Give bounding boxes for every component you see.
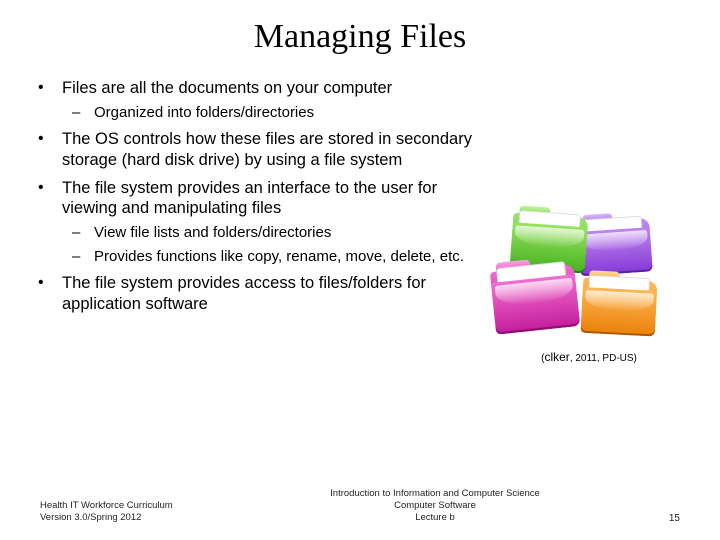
list-item: Organized into folders/directories xyxy=(62,104,494,123)
bullet-text: The file system provides access to files… xyxy=(62,274,426,313)
list-item: The OS controls how these files are stor… xyxy=(34,129,494,170)
list-item: The file system provides an interface to… xyxy=(34,178,494,267)
slide: Managing Files Files are all the documen… xyxy=(0,0,720,540)
footer-center-line: Lecture b xyxy=(250,512,620,524)
footer-center-line: Introduction to Information and Computer… xyxy=(250,488,620,500)
bullet-text: Organized into folders/directories xyxy=(94,104,314,121)
list-item: Provides functions like copy, rename, mo… xyxy=(62,248,494,267)
folder-icon xyxy=(490,263,580,334)
folders-graphic xyxy=(494,208,664,348)
bullet-text: The file system provides an interface to… xyxy=(62,179,437,218)
bullet-text: Provides functions like copy, rename, mo… xyxy=(94,248,464,265)
caption-suffix: , 2011, PD-US) xyxy=(570,353,637,364)
list-item: Files are all the documents on your comp… xyxy=(34,78,494,122)
footer-left: Health IT Workforce Curriculum Version 3… xyxy=(40,500,250,524)
footer-left-line: Health IT Workforce Curriculum xyxy=(40,500,250,512)
folder-icon xyxy=(577,218,652,276)
footer-center: Introduction to Information and Computer… xyxy=(250,488,620,524)
bullet-text: Files are all the documents on your comp… xyxy=(62,79,392,97)
slide-title: Managing Files xyxy=(34,18,686,56)
footer-left-line: Version 3.0/Spring 2012 xyxy=(40,512,250,524)
caption-source: clker xyxy=(544,350,569,364)
slide-footer: Health IT Workforce Curriculum Version 3… xyxy=(40,488,680,524)
slide-body: Files are all the documents on your comp… xyxy=(34,78,686,364)
footer-center-line: Computer Software xyxy=(250,500,620,512)
folder-icon xyxy=(581,278,658,337)
list-item: The file system provides access to files… xyxy=(34,273,494,314)
image-column: (clker, 2011, PD-US) xyxy=(494,78,684,364)
list-item: View file lists and folders/directories xyxy=(62,224,494,243)
bullet-content: Files are all the documents on your comp… xyxy=(34,78,494,364)
bullet-text: The OS controls how these files are stor… xyxy=(62,130,472,169)
page-number: 15 xyxy=(620,513,680,524)
image-caption: (clker, 2011, PD-US) xyxy=(494,350,684,364)
bullet-text: View file lists and folders/directories xyxy=(94,224,331,241)
